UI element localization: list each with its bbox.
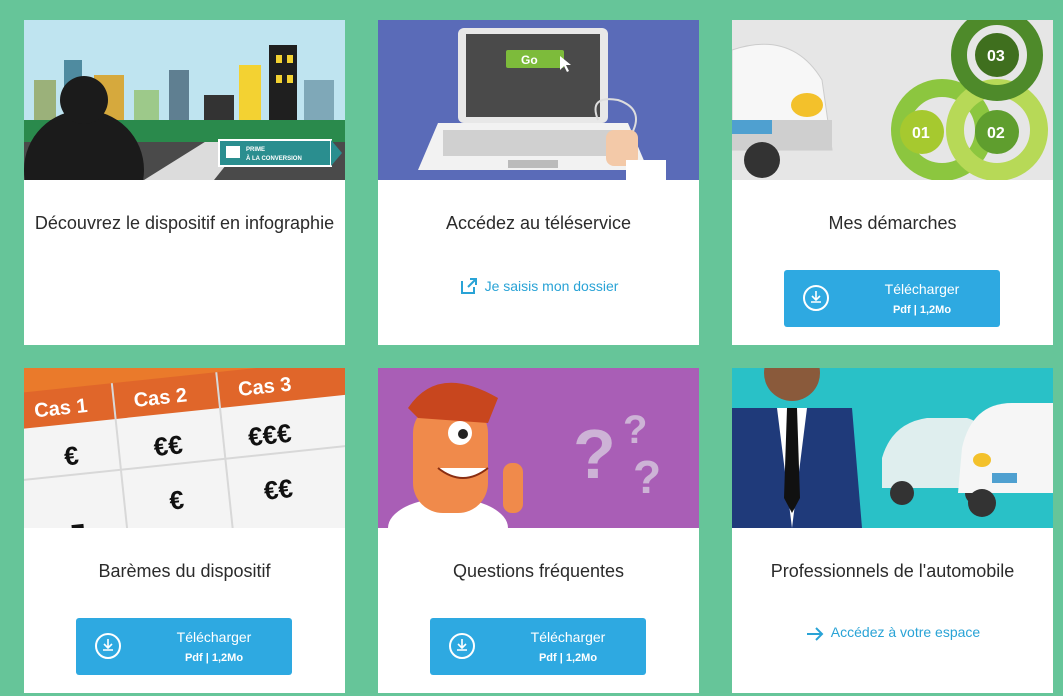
- badge-01: 01: [912, 125, 930, 142]
- card-title: Professionnels de l'automobile: [770, 561, 1015, 581]
- svg-text:?: ?: [633, 451, 661, 503]
- badge-03: 03: [987, 48, 1005, 65]
- download-icon: [803, 285, 829, 311]
- svg-text:?: ?: [573, 415, 616, 493]
- download-meta: Pdf | 1,2Mo: [892, 304, 952, 316]
- demarches-illustration: 01 02 03: [732, 20, 1053, 180]
- card-baremes[interactable]: Cas 1 Cas 2 Cas 3 € €€ €€€ € €€ Barèmes …: [24, 368, 345, 693]
- download-label: Télécharger: [884, 281, 960, 297]
- questions-illustration: ? ? ?: [378, 368, 699, 528]
- download-label: Télécharger: [176, 629, 252, 645]
- card-professionnels[interactable]: Professionnels de l'automobile Accédez à…: [732, 368, 1053, 693]
- download-meta: Pdf | 1,2Mo: [184, 652, 244, 664]
- svg-text:?: ?: [623, 408, 647, 452]
- badge-02: 02: [987, 125, 1005, 142]
- download-meta: Pdf | 1,2Mo: [538, 652, 598, 664]
- link-label: Je saisis mon dossier: [484, 278, 619, 294]
- card-title: Accédez au téléservice: [445, 213, 632, 233]
- card-title: Questions fréquentes: [452, 561, 625, 581]
- cell-3: €€€: [247, 418, 293, 452]
- go-label: Go: [521, 53, 538, 67]
- saisir-dossier-link[interactable]: Je saisis mon dossier: [378, 276, 699, 296]
- card-demarches[interactable]: 01 02 03 Mes démarches Télécharger Pdf |…: [732, 20, 1053, 345]
- arrow-right-icon: [806, 627, 824, 641]
- professionnels-illustration: [732, 368, 1053, 528]
- card-questions[interactable]: ? ? ? Questions fréquentes Télécharger P…: [378, 368, 699, 693]
- card-title: Barèmes du dispositif: [98, 561, 271, 581]
- download-button[interactable]: Télécharger Pdf | 1,2Mo: [76, 618, 292, 675]
- download-label: Télécharger: [530, 629, 606, 645]
- cell-2: €€: [152, 429, 184, 462]
- download-icon: [449, 633, 475, 659]
- card-infographie[interactable]: PRIME À LA CONVERSION Découvrez le dispo…: [24, 20, 345, 345]
- download-icon: [95, 633, 121, 659]
- card-title: Mes démarches: [828, 213, 957, 233]
- external-link-icon: [460, 278, 477, 294]
- infographie-illustration: PRIME À LA CONVERSION: [24, 20, 345, 180]
- download-button[interactable]: Télécharger Pdf | 1,2Mo: [784, 270, 1000, 327]
- card-teleservice[interactable]: Go Accédez au téléservice Je saisis mon …: [378, 20, 699, 345]
- teleservice-illustration: Go: [378, 20, 699, 180]
- cell-5: €€: [262, 473, 294, 506]
- baremes-illustration: Cas 1 Cas 2 Cas 3 € €€ €€€ € €€: [24, 368, 345, 528]
- sign-line-2: À LA CONVERSION: [246, 155, 302, 162]
- card-title: Découvrez le dispositif en infographie: [34, 213, 335, 233]
- sign-line-1: PRIME: [246, 147, 265, 153]
- acceder-espace-link[interactable]: Accédez à votre espace: [732, 624, 1053, 642]
- link-label: Accédez à votre espace: [830, 624, 981, 640]
- download-button[interactable]: Télécharger Pdf | 1,2Mo: [430, 618, 646, 675]
